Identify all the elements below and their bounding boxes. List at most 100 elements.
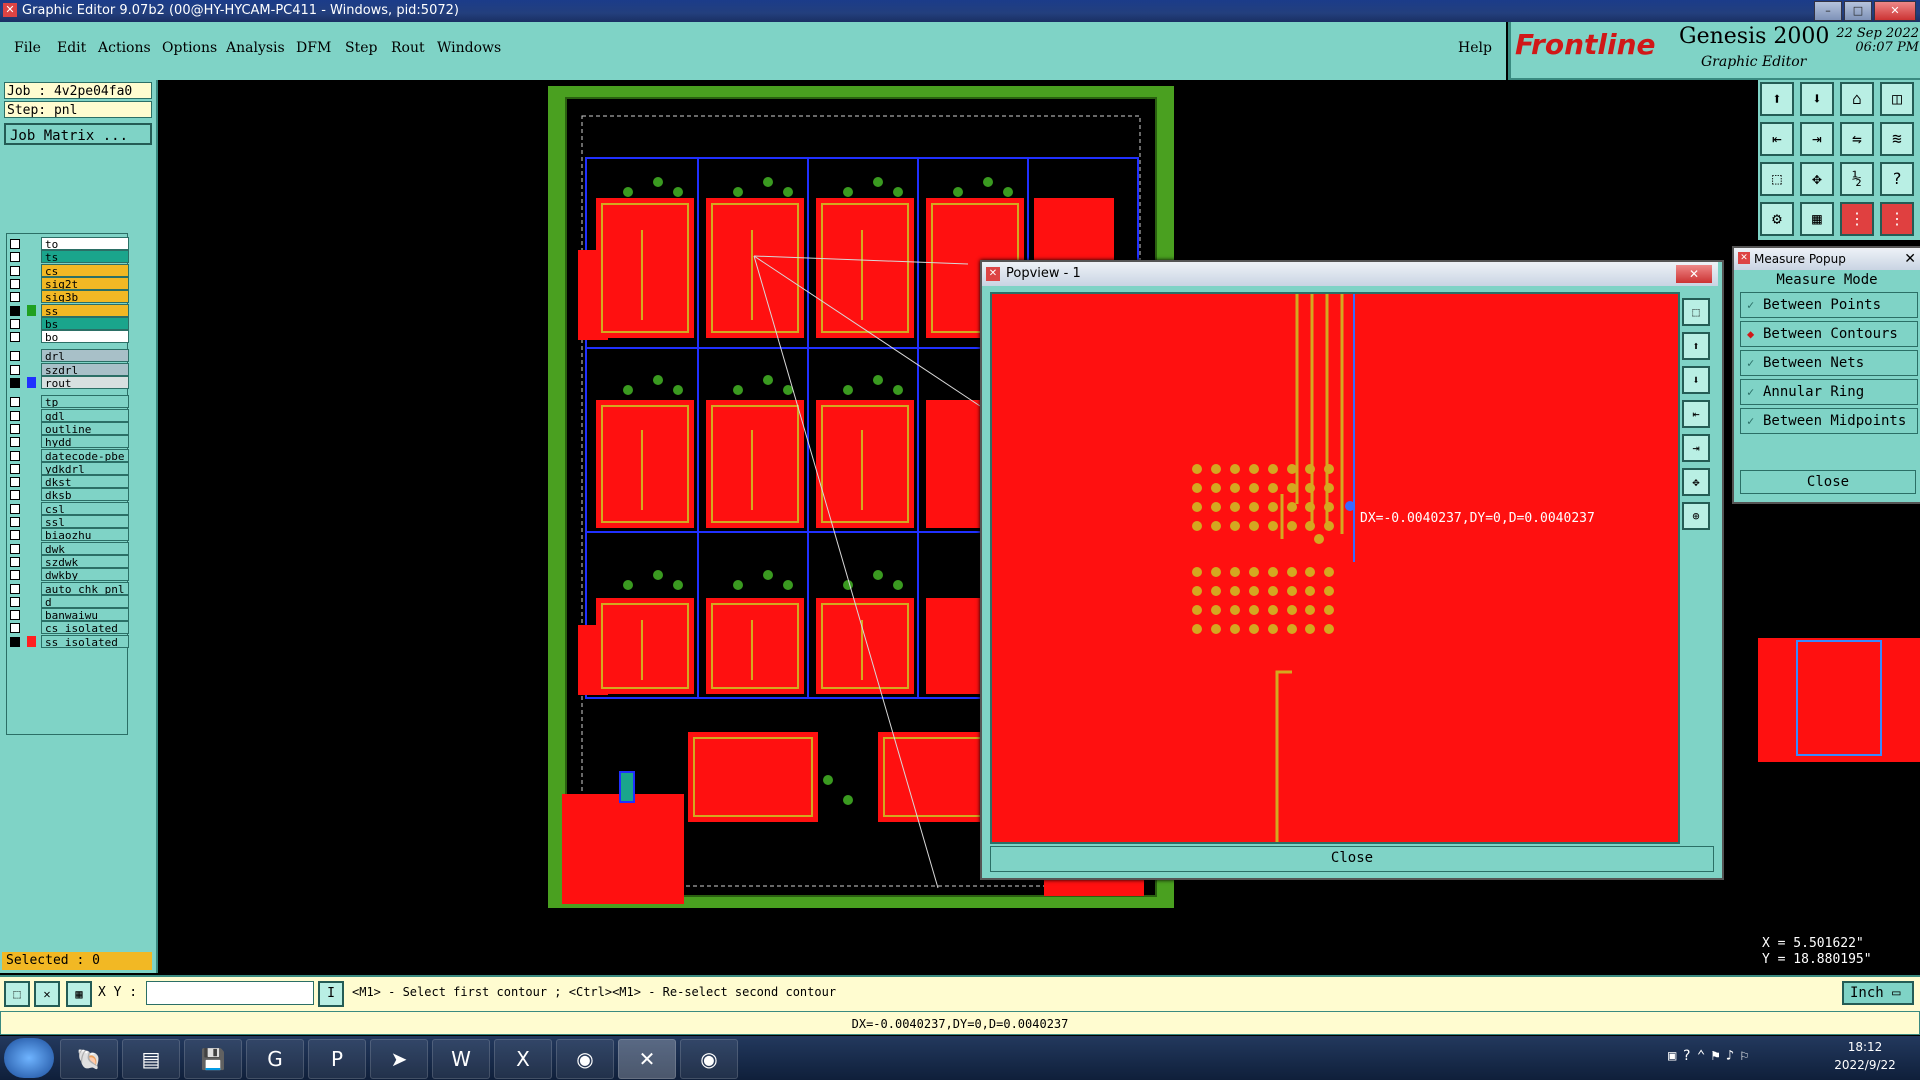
mini-map[interactable] — [1758, 500, 1920, 932]
layer-row[interactable]: datecode-pbe — [7, 448, 129, 463]
zoom-fit-icon[interactable]: ⬆ — [1760, 82, 1794, 116]
layer-checkbox[interactable] — [10, 351, 20, 362]
close-window-button[interactable]: ✕ — [1874, 1, 1916, 21]
layer-checkbox[interactable] — [10, 265, 20, 276]
menu-options[interactable]: Options — [162, 40, 217, 56]
layer-name[interactable]: dkst — [41, 475, 129, 489]
layer-row[interactable]: sig3b — [7, 290, 129, 304]
menu-step[interactable]: Step — [345, 40, 377, 56]
layer-row[interactable]: bs — [7, 316, 129, 331]
menu-dfm[interactable]: DFM — [296, 40, 331, 56]
layer-name[interactable]: hydd — [41, 435, 129, 449]
taskbar-eye-icon[interactable]: ◉ — [556, 1039, 614, 1079]
minimize-button[interactable]: – — [1814, 1, 1842, 21]
layer-name[interactable]: sig3b — [41, 290, 129, 304]
taskbar-save-icon[interactable]: 💾 — [184, 1039, 242, 1079]
popview-close-x[interactable]: ✕ — [1676, 265, 1712, 283]
measure-option[interactable]: ◆ Between Contours — [1740, 321, 1918, 347]
layer-name[interactable]: auto_chk_pnl — [41, 581, 129, 595]
split-view-icon[interactable]: ◫ — [1880, 82, 1914, 116]
menu-rout[interactable]: Rout — [391, 40, 425, 56]
layer-checkbox[interactable] — [10, 490, 20, 501]
layer-checkbox[interactable] — [10, 397, 20, 408]
layer-row[interactable]: bo — [7, 330, 129, 344]
layer-name[interactable]: gdl — [41, 408, 129, 422]
taskbar-gcad-icon[interactable]: G — [246, 1039, 304, 1079]
layer-name[interactable]: ydkdrl — [41, 461, 129, 475]
measure-close-x[interactable]: ✕ — [1904, 248, 1916, 270]
pan-down-icon[interactable]: ⬇ — [1800, 82, 1834, 116]
pv-zoom-icon[interactable]: ⬚ — [1682, 298, 1710, 326]
layer-name[interactable]: ssl — [41, 515, 129, 528]
pan-left-icon[interactable]: ⇤ — [1760, 122, 1794, 156]
pv-left-icon[interactable]: ⇤ — [1682, 400, 1710, 428]
layer-row[interactable]: auto_chk_pnl — [7, 581, 129, 596]
menu-edit[interactable]: Edit — [57, 40, 86, 56]
measure-option[interactable]: ✓ Between Points — [1740, 292, 1918, 318]
layer-name[interactable]: dksb — [41, 488, 129, 502]
popview-canvas[interactable]: DX=-0.0040237,DY=0,D=0.0040237 — [990, 292, 1680, 844]
menu-analysis[interactable]: Analysis — [226, 40, 285, 56]
layer-checkbox[interactable] — [10, 292, 20, 303]
layer-name[interactable]: dwk — [41, 541, 129, 555]
layer-row[interactable]: szdrl — [7, 362, 129, 377]
layer-checkbox[interactable] — [10, 318, 20, 329]
layer-checkbox[interactable] — [10, 570, 20, 581]
layer-name[interactable]: szdrl — [41, 362, 129, 376]
start-button[interactable] — [4, 1038, 54, 1078]
layer-checkbox[interactable] — [10, 423, 20, 434]
layer-name[interactable]: sig2t — [41, 276, 129, 290]
layer-row[interactable]: dkst — [7, 475, 129, 489]
layer-checkbox[interactable] — [10, 543, 20, 554]
tray-icons[interactable]: ▣?⌃⚑♪⚐ — [1668, 1048, 1755, 1064]
mirror-icon[interactable]: ⇋ — [1840, 122, 1874, 156]
layer-name[interactable]: ss — [41, 303, 129, 317]
pv-down-icon[interactable]: ⬇ — [1682, 366, 1710, 394]
layer-row[interactable]: to — [7, 237, 129, 251]
layer-checkbox[interactable] — [10, 610, 20, 621]
layer-name[interactable]: biaozhu — [41, 528, 129, 542]
layer-checkbox[interactable] — [10, 517, 20, 527]
taskbar-word-icon[interactable]: W — [432, 1039, 490, 1079]
menu-windows[interactable]: Windows — [437, 40, 501, 56]
layer-name[interactable]: ss_isolated — [41, 634, 129, 648]
units-selector[interactable]: Inch ▭ — [1842, 981, 1914, 1005]
maximize-button[interactable]: □ — [1844, 1, 1872, 21]
menu-help[interactable]: Help — [1458, 40, 1492, 56]
layer-name[interactable]: dwkby — [41, 568, 129, 582]
layer-name[interactable]: csl — [41, 501, 129, 515]
layer-checkbox[interactable] — [10, 305, 20, 316]
measure-option[interactable]: ✓ Between Nets — [1740, 350, 1918, 376]
measure-option[interactable]: ✓ Between Midpoints — [1740, 408, 1918, 434]
layer-row[interactable]: dwk — [7, 541, 129, 556]
layer-name[interactable]: tp — [41, 395, 129, 409]
pv-fit-icon[interactable]: ✥ — [1682, 468, 1710, 496]
layer-checkbox[interactable] — [10, 278, 20, 289]
zoom-box-icon[interactable]: ⬚ — [1760, 162, 1794, 196]
grid-icon[interactable]: ▦ — [1800, 202, 1834, 236]
layer-name[interactable]: rout — [41, 376, 129, 389]
layer-checkbox[interactable] — [10, 583, 20, 594]
taskbar-pads-icon[interactable]: P — [308, 1039, 366, 1079]
layer-checkbox[interactable] — [10, 410, 20, 421]
layer-row[interactable]: drl — [7, 349, 129, 363]
layer-row[interactable]: szdwk — [7, 554, 129, 569]
menu-actions[interactable]: Actions — [98, 40, 151, 56]
measure-close-button[interactable]: Close — [1740, 470, 1916, 494]
taskbar-notepad-icon[interactable]: ▤ — [122, 1039, 180, 1079]
taskbar-genesis-icon[interactable]: ✕ — [618, 1039, 676, 1079]
layer-row[interactable]: outline — [7, 421, 129, 436]
layer-name[interactable]: datecode-pbe — [41, 448, 129, 462]
snap-icon[interactable]: ⋮ — [1840, 202, 1874, 236]
pv-center-icon[interactable]: ⊕ — [1682, 502, 1710, 530]
snap-tool-icon[interactable]: ✕ — [34, 981, 60, 1007]
layer-checkbox[interactable] — [10, 332, 20, 343]
layer-checkbox[interactable] — [10, 437, 20, 448]
layer-row[interactable]: gdl — [7, 408, 129, 423]
layer-checkbox[interactable] — [10, 530, 20, 541]
layer-name[interactable]: to — [41, 237, 129, 250]
layer-row[interactable]: banwaiwu — [7, 608, 129, 622]
layer-name[interactable]: bs — [41, 316, 129, 330]
layer-checkbox[interactable] — [10, 477, 20, 488]
layer-name[interactable]: d — [41, 594, 129, 608]
